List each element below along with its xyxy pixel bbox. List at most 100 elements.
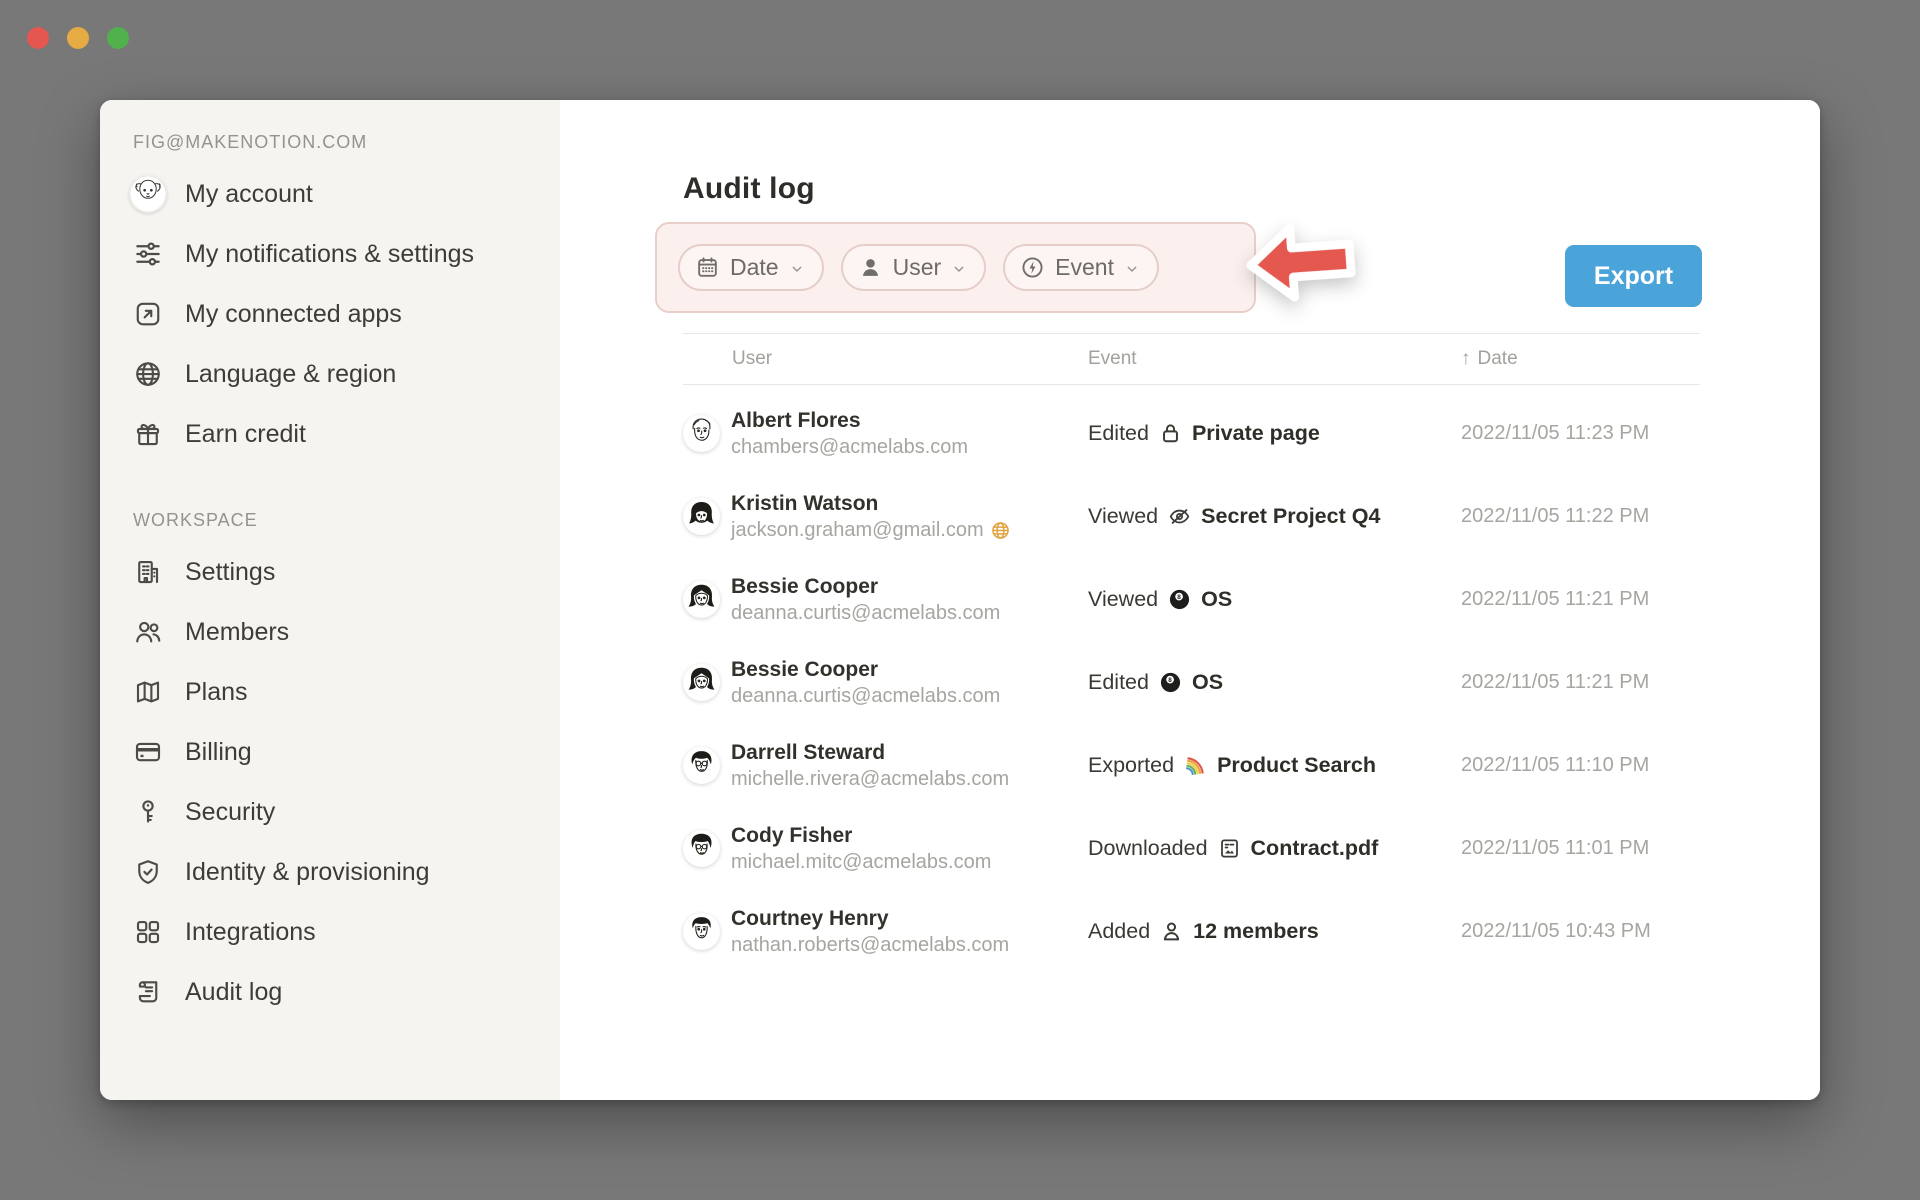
event-target: OS	[1192, 670, 1223, 695]
connected-apps-icon	[133, 299, 163, 329]
user-name: Bessie Cooper	[731, 658, 1000, 681]
filter-user-button[interactable]: User	[841, 244, 987, 291]
user-email: chambers@acmelabs.com	[731, 436, 968, 458]
event-verb: Viewed	[1088, 587, 1158, 612]
filter-pills: Date User Event	[678, 244, 1159, 291]
sidebar-item-language-region[interactable]: Language & region	[133, 344, 560, 404]
user-name: Bessie Cooper	[731, 575, 1000, 598]
darrell-steward-avatar	[683, 747, 720, 784]
eight-ball-icon: 8	[1167, 587, 1192, 612]
table-row: Darrell Stewardmichelle.rivera@acmelabs.…	[683, 724, 1700, 807]
svg-text:8: 8	[1168, 677, 1172, 684]
sidebar-account-list: My account My notifications & settings My …	[133, 164, 560, 464]
event-date: 2022/11/05 11:01 PM	[1461, 837, 1700, 860]
sidebar-item-members[interactable]: Members	[133, 602, 560, 662]
event-target: Product Search	[1217, 753, 1376, 778]
sidebar-item-billing[interactable]: Billing	[133, 722, 560, 782]
members-icon	[133, 617, 163, 647]
sliders-icon	[133, 239, 163, 269]
settings-window: FIG@MAKENOTION.COM My account My notifica…	[100, 100, 1820, 1100]
user-email: deanna.curtis@acmelabs.com	[731, 602, 1000, 624]
event-verb: Edited	[1088, 421, 1149, 446]
event-date: 2022/11/05 11:21 PM	[1461, 588, 1700, 611]
sidebar-item-label: Plans	[185, 678, 248, 707]
event-target: 12 members	[1193, 919, 1319, 944]
column-header-date-label: Date	[1478, 348, 1518, 370]
user-email: nathan.roberts@acmelabs.com	[731, 934, 1009, 956]
bessie-cooper-avatar	[683, 664, 720, 701]
table-body: Albert Flores chambers@acmelabs.com Edited…	[683, 385, 1700, 973]
zoom-button[interactable]	[107, 27, 129, 49]
rainbow-icon	[1183, 753, 1208, 778]
svg-text:8: 8	[1177, 594, 1181, 601]
sidebar-item-label: My connected apps	[185, 300, 402, 329]
courtney-henry-avatar	[683, 913, 720, 950]
security-icon	[133, 797, 163, 827]
sidebar-item-identity-provisioning[interactable]: Identity & provisioning	[133, 842, 560, 902]
table-row: Courtney Henrynathan.roberts@acmelabs.co…	[683, 890, 1700, 973]
albert-flores-avatar	[683, 415, 720, 452]
sidebar-item-label: Identity & provisioning	[185, 858, 430, 887]
sidebar-item-integrations[interactable]: Integrations	[133, 902, 560, 962]
column-header-date[interactable]: ↑ Date	[1461, 348, 1700, 370]
column-header-event: Event	[1088, 348, 1461, 370]
user-filled-icon	[858, 255, 883, 280]
desktop-background: { "traffic_lights": { "close_color": "#e…	[0, 0, 1920, 1200]
filter-date-button[interactable]: Date	[678, 244, 824, 291]
sidebar-item-label: Members	[185, 618, 289, 647]
billing-icon	[133, 737, 163, 767]
user-name: Cody Fisher	[731, 824, 991, 847]
sidebar-item-security[interactable]: Security	[133, 782, 560, 842]
cody-fisher-avatar	[683, 830, 720, 867]
sidebar-item-my-account[interactable]: My account	[133, 164, 560, 224]
table-header-row: User Event ↑ Date	[683, 333, 1700, 385]
sidebar-item-settings[interactable]: Settings	[133, 542, 560, 602]
sidebar-item-my-notifications-settings[interactable]: My notifications & settings	[133, 224, 560, 284]
globe-orange-icon	[990, 520, 1011, 541]
export-button[interactable]: Export	[1565, 245, 1702, 307]
integrations-icon	[133, 917, 163, 947]
event-date: 2022/11/05 10:43 PM	[1461, 920, 1700, 943]
filter-label: User	[893, 256, 942, 279]
chevron-down-icon	[951, 259, 967, 277]
chevron-down-icon	[1124, 259, 1140, 277]
sidebar-item-label: Security	[185, 798, 275, 827]
plans-icon	[133, 677, 163, 707]
sidebar-workspace-list: Settings Members Plans Billing Security Ident…	[133, 542, 560, 1022]
event-target: OS	[1201, 587, 1232, 612]
sidebar-item-label: My notifications & settings	[185, 240, 474, 269]
sidebar-item-plans[interactable]: Plans	[133, 662, 560, 722]
eight-ball-icon: 8	[1158, 670, 1183, 695]
filter-event-button[interactable]: Event	[1003, 244, 1159, 291]
sidebar-item-my-connected-apps[interactable]: My connected apps	[133, 284, 560, 344]
gift-icon	[133, 419, 163, 449]
sidebar-item-label: Integrations	[185, 918, 316, 947]
user-email: jackson.graham@gmail.com	[731, 519, 1011, 541]
user-name: Kristin Watson	[731, 492, 1011, 515]
event-date: 2022/11/05 11:10 PM	[1461, 754, 1700, 777]
sidebar-item-earn-credit[interactable]: Earn credit	[133, 404, 560, 464]
user-name: Albert Flores	[731, 409, 968, 432]
event-bolt-icon	[1020, 255, 1045, 280]
event-verb: Edited	[1088, 670, 1149, 695]
chevron-down-icon	[789, 259, 805, 277]
event-target: Private page	[1192, 421, 1320, 446]
table-row: Bessie Cooper deanna.curtis@acmelabs.com V…	[683, 558, 1700, 641]
filter-label: Date	[730, 256, 779, 279]
eye-off-icon	[1167, 504, 1192, 529]
sidebar-item-audit-log[interactable]: Audit log	[133, 962, 560, 1022]
identity-icon	[133, 857, 163, 887]
account-email-header: FIG@MAKENOTION.COM	[133, 132, 560, 152]
audit-log-table: User Event ↑ Date Albert Flores chambers@…	[683, 333, 1700, 973]
account-avatar	[129, 175, 167, 213]
close-button[interactable]	[27, 27, 49, 49]
user-email: deanna.curtis@acmelabs.com	[731, 685, 1000, 707]
sidebar-item-label: Settings	[185, 558, 275, 587]
workspace-header: WORKSPACE	[133, 510, 560, 530]
sidebar-item-label: Earn credit	[185, 420, 306, 449]
event-verb: Viewed	[1088, 504, 1158, 529]
minimize-button[interactable]	[67, 27, 89, 49]
document-icon	[1217, 836, 1242, 861]
event-verb: Exported	[1088, 753, 1174, 778]
building-icon	[133, 557, 163, 587]
